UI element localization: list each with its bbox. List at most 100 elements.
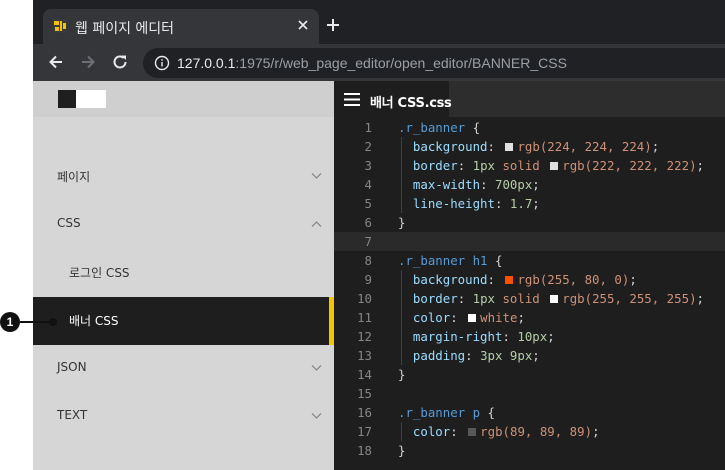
browser-tab-strip: 웹 페이지 에디터 [33, 0, 725, 44]
close-tab-icon[interactable] [295, 17, 311, 33]
line-number: 14 [357, 367, 372, 382]
color-swatch[interactable] [467, 427, 478, 437]
editor-tab-active[interactable]: 배너 CSS.css [334, 81, 452, 117]
forward-arrow-icon[interactable] [79, 53, 97, 71]
code-line: 9 background: rgb(255, 80, 0); [334, 270, 725, 289]
sidebar: 페이지 CSS 로그인 CSS 배너 CSS JSON TEXT [33, 81, 334, 470]
css-value: rgb(255, 255, 255) [562, 291, 697, 306]
submenu-item-banner-css[interactable]: 배너 CSS [33, 297, 334, 345]
code-line: 14} [334, 365, 725, 384]
code-line: 5 line-height: 1.7; [334, 194, 725, 213]
menu-item-json[interactable]: JSON [33, 345, 334, 393]
color-swatch[interactable] [504, 142, 515, 152]
url-text: 127.0.0.1:1975/r/web_page_editor/open_ed… [177, 55, 567, 71]
css-value: rgb(224, 224, 224) [517, 139, 652, 154]
css-value: white [480, 310, 518, 325]
code-line: 11 color: white; [334, 308, 725, 327]
code-editor: 배너 CSS.css 1 .r_banner { 2 background: rg… [334, 81, 725, 470]
menu-item-label: 페이지 [57, 170, 91, 184]
css-value: 1px [472, 158, 495, 173]
sidebar-header [33, 81, 334, 117]
code-line: 2 background: rgb(224, 224, 224); [334, 137, 725, 156]
line-number: 6 [364, 215, 372, 230]
editor-tab-bar: 배너 CSS.css [334, 81, 725, 117]
menu-icon[interactable] [344, 93, 360, 106]
code-line: 8 .r_banner h1 { [334, 251, 725, 270]
line-number: 9 [364, 272, 372, 287]
line-number: 12 [357, 329, 372, 344]
css-value: 3px 9px [480, 348, 533, 363]
css-property: background [412, 272, 488, 287]
code-line: 1 .r_banner { [334, 118, 725, 137]
menu-item-label: JSON [57, 360, 87, 374]
code-area[interactable]: 1 .r_banner { 2 background: rgb(224, 224,… [334, 118, 725, 460]
menu-item-pages[interactable]: 페이지 [33, 153, 334, 201]
reload-icon[interactable] [111, 53, 129, 71]
css-selector: .r_banner [398, 120, 466, 135]
css-property: margin-right [412, 329, 503, 344]
code-line: 17 color: rgb(89, 89, 89); [334, 422, 725, 441]
code-line-current: 7 [334, 232, 725, 251]
app-favicon-icon [53, 19, 67, 33]
line-number: 13 [357, 348, 372, 363]
app-logo [58, 90, 106, 108]
info-icon[interactable] [154, 55, 170, 71]
editor-tab-label: 배너 CSS.css [370, 96, 452, 111]
url-path: :1975/r/web_page_editor/open_editor/BANN… [235, 55, 567, 71]
color-swatch[interactable] [549, 161, 560, 171]
code-line: 18} [334, 441, 725, 460]
submenu-item-login-css[interactable]: 로그인 CSS [33, 249, 334, 297]
line-number: 16 [357, 405, 372, 420]
chevron-down-icon [311, 173, 322, 179]
code-line: 16 .r_banner p { [334, 403, 725, 422]
css-property: max-width [412, 177, 481, 192]
css-property: border [412, 291, 458, 306]
line-number: 18 [357, 443, 372, 458]
line-number: 17 [357, 424, 372, 439]
browser-tab[interactable]: 웹 페이지 에디터 [43, 9, 319, 44]
url-host: 127.0.0.1 [177, 55, 236, 71]
browser-tab-title: 웹 페이지 에디터 [75, 21, 175, 37]
line-number: 15 [357, 386, 372, 401]
line-number: 10 [357, 291, 372, 306]
color-swatch[interactable] [467, 313, 478, 323]
line-number: 3 [364, 158, 372, 173]
menu-item-label: CSS [57, 216, 81, 230]
css-property: padding [412, 348, 466, 363]
line-number: 11 [357, 310, 372, 325]
address-bar[interactable]: 127.0.0.1:1975/r/web_page_editor/open_ed… [143, 48, 725, 78]
menu-item-css[interactable]: CSS [33, 201, 334, 249]
code-line: 12 margin-right: 10px; [334, 327, 725, 346]
line-number: 4 [364, 177, 372, 192]
line-number: 8 [364, 253, 372, 268]
css-property: line-height [412, 196, 495, 211]
code-line: 10 border: 1px solid rgb(255, 255, 255); [334, 289, 725, 308]
css-value: solid [502, 158, 540, 173]
css-value: 10px [517, 329, 548, 344]
callout-dot [49, 318, 57, 326]
css-property: color [412, 424, 451, 439]
css-value: solid [502, 291, 540, 306]
css-selector: .r_banner h1 [398, 253, 488, 268]
line-number: 5 [364, 196, 372, 211]
chevron-down-icon [311, 365, 322, 371]
callout-line [20, 321, 52, 323]
css-value: 1.7 [509, 196, 533, 211]
css-value: rgb(89, 89, 89) [480, 424, 593, 439]
color-swatch[interactable] [504, 275, 515, 285]
menu-item-text[interactable]: TEXT [33, 393, 334, 441]
back-arrow-icon[interactable] [47, 53, 65, 71]
css-selector: .r_banner p [398, 405, 481, 420]
css-property: background [412, 139, 488, 154]
new-tab-icon[interactable] [325, 17, 341, 33]
css-value: rgb(222, 222, 222) [562, 158, 697, 173]
css-value: rgb(255, 80, 0) [517, 272, 630, 287]
submenu-item-label: 로그인 CSS [69, 266, 130, 280]
css-property: border [412, 158, 458, 173]
css-value: 700px [494, 177, 533, 192]
submenu-item-label: 배너 CSS [69, 314, 119, 328]
code-line: 6} [334, 213, 725, 232]
color-swatch[interactable] [549, 294, 560, 304]
code-line: 3 border: 1px solid rgb(222, 222, 222); [334, 156, 725, 175]
line-number: 1 [364, 120, 372, 135]
